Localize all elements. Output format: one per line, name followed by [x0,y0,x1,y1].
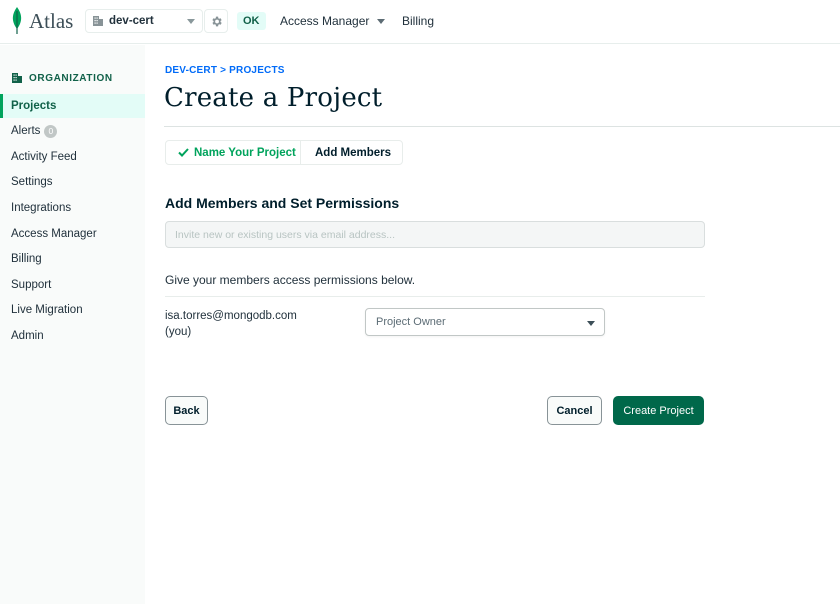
chevron-down-icon [377,18,386,24]
permissions-description: Give your members access permissions bel… [165,273,416,287]
sidebar-item-label: Alerts [11,125,41,137]
sidebar-item-settings[interactable]: Settings [0,170,145,194]
sidebar-item-label: Live Migration [11,304,83,316]
sidebar-item-support[interactable]: Support [0,273,145,297]
nav-billing[interactable]: Billing [402,14,434,28]
sidebar-item-live-migration[interactable]: Live Migration [0,298,145,322]
create-project-button[interactable]: Create Project [613,396,704,425]
checkmark-icon [178,148,189,157]
leaf-icon [12,7,22,34]
invite-email-input[interactable] [165,221,705,248]
sidebar-header-label: ORGANIZATION [29,72,113,84]
chevron-down-icon [187,19,195,24]
cancel-button[interactable]: Cancel [547,396,602,425]
atlas-logo[interactable]: Atlas [10,7,73,35]
sidebar-item-access-manager[interactable]: Access Manager [0,222,145,246]
sidebar-item-label: Support [11,279,52,291]
sidebar-item-label: Admin [11,330,44,342]
step-label: Add Members [315,146,392,159]
nav-access-manager[interactable]: Access Manager [280,14,386,28]
building-icon [93,16,103,26]
sidebar-item-alerts[interactable]: Alerts 0 [0,119,145,143]
step-name-your-project[interactable]: Name Your Project [166,141,301,164]
breadcrumb[interactable]: DEV-CERT > PROJECTS [165,65,285,76]
role-select[interactable]: Project Owner [365,308,605,336]
sidebar-item-label: Projects [11,100,57,112]
sidebar-item-activity-feed[interactable]: Activity Feed [0,145,145,169]
top-bar: Atlas dev-cert OK Access Manager Billing [0,0,840,44]
sidebar-item-integrations[interactable]: Integrations [0,196,145,220]
back-button[interactable]: Back [165,396,208,425]
sidebar-item-label: Activity Feed [11,151,77,163]
member-row: isa.torres@mongodb.com (you) [165,308,297,340]
page-title: Create a Project [164,83,383,113]
divider [165,296,705,297]
nav-access-manager-label: Access Manager [280,14,370,28]
sidebar: ORGANIZATION Projects Alerts 0 Activity … [0,45,145,604]
building-icon [12,73,22,83]
role-select-value: Project Owner [376,316,446,328]
sidebar-item-billing[interactable]: Billing [0,247,145,271]
org-name: dev-cert [109,15,154,27]
sidebar-item-label: Billing [11,253,42,265]
sidebar-item-label: Integrations [11,202,72,214]
caret-down-icon [587,321,595,326]
step-add-members: Add Members [301,141,402,164]
member-note: (you) [165,326,192,338]
sidebar-item-label: Settings [11,176,53,188]
sidebar-item-projects[interactable]: Projects [0,94,145,118]
status-badge: OK [237,12,266,30]
step-label: Name Your Project [194,146,296,159]
wizard-stepper: Name Your Project Add Members [165,140,403,165]
alerts-count-badge: 0 [44,124,58,138]
org-selector[interactable]: dev-cert [85,9,203,33]
section-title: Add Members and Set Permissions [165,195,400,211]
logo-text: Atlas [29,8,74,33]
sidebar-item-admin[interactable]: Admin [0,324,145,348]
member-email: isa.torres@mongodb.com [165,310,297,322]
org-settings-button[interactable] [204,9,228,33]
divider [164,126,840,127]
sidebar-header: ORGANIZATION [11,72,113,84]
gear-icon [211,16,222,26]
sidebar-item-label: Access Manager [11,228,97,240]
